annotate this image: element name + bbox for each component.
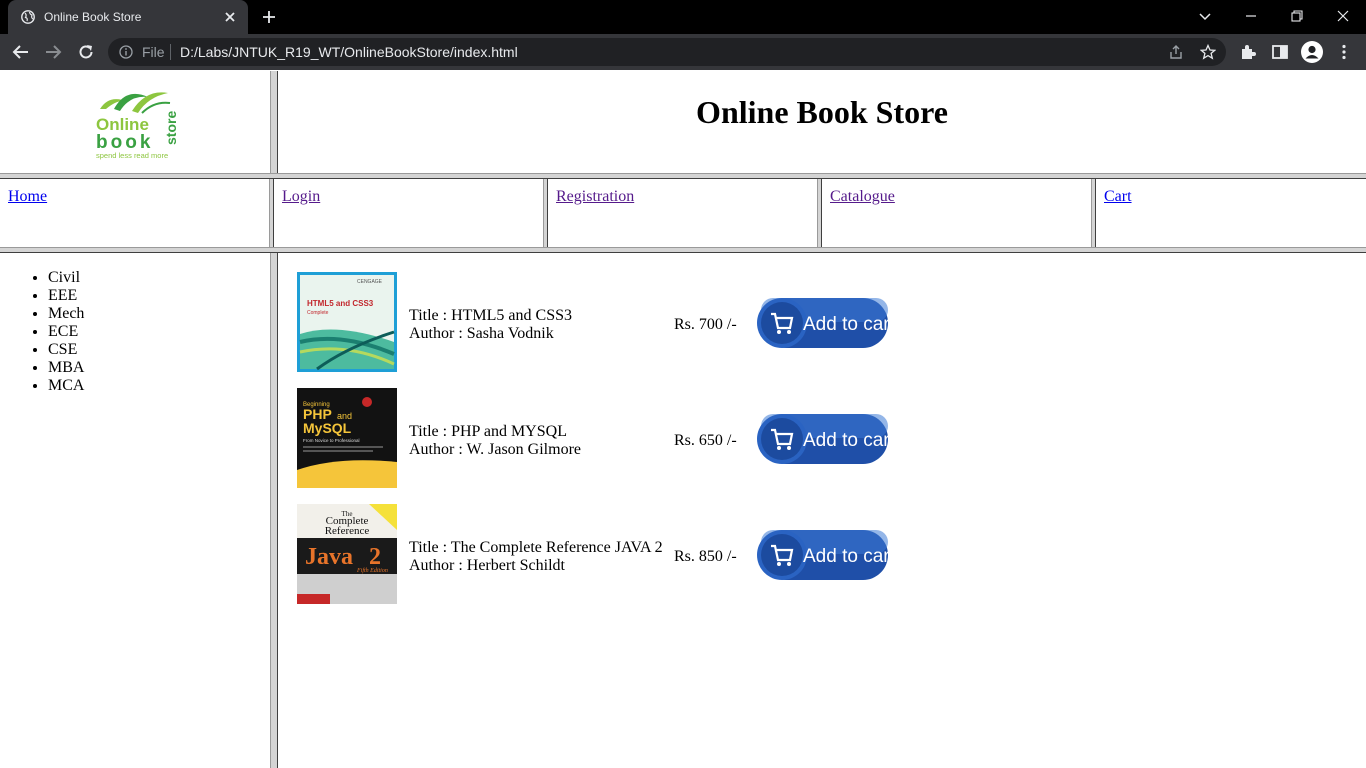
list-item: MCA — [48, 377, 84, 395]
online-book-store-logo: Online book store spend less read more — [96, 92, 179, 160]
frame-splitter[interactable] — [270, 253, 278, 768]
close-tab-icon[interactable] — [222, 9, 238, 25]
svg-text:spend less read more: spend less read more — [96, 151, 168, 160]
add-to-cart-button[interactable]: Add to cart — [757, 524, 890, 586]
logo-frame: Online book store spend less read more — [0, 71, 270, 173]
address-separator — [170, 44, 171, 60]
window-close-icon[interactable] — [1335, 8, 1351, 24]
svg-text:From Novice to Professional: From Novice to Professional — [303, 438, 360, 443]
reload-icon[interactable] — [77, 43, 95, 61]
svg-text:MySQL: MySQL — [303, 420, 352, 436]
nav-link-login[interactable]: Login — [282, 188, 320, 206]
frame-splitter[interactable] — [270, 71, 278, 173]
file-label: File — [142, 44, 165, 60]
nav-frame-login: Login — [274, 179, 543, 247]
book-info: Title : HTML5 and CSS3 Author : Sasha Vo… — [409, 307, 572, 343]
nav-link-home[interactable]: Home — [8, 188, 47, 206]
svg-text:Reference: Reference — [325, 525, 370, 537]
book-info: Title : PHP and MYSQL Author : W. Jason … — [409, 423, 581, 459]
list-item: CSE — [48, 341, 84, 359]
tab-title: Online Book Store — [44, 10, 142, 24]
book-author: Author : Sasha Vodnik — [409, 325, 554, 342]
svg-text:2: 2 — [369, 544, 381, 570]
globe-icon — [21, 10, 35, 24]
book-row: CENGAGE HTML5 and CSS3 Complete Title : … — [297, 272, 947, 372]
svg-text:Fifth Edition: Fifth Edition — [356, 567, 388, 574]
profile-avatar-icon[interactable] — [1301, 41, 1323, 63]
nav-link-registration[interactable]: Registration — [556, 188, 634, 206]
department-list: Civil EEE Mech ECE CSE MBA MCA — [48, 269, 84, 395]
side-panel-icon[interactable] — [1271, 43, 1289, 61]
more-menu-icon[interactable] — [1335, 43, 1353, 61]
list-item: EEE — [48, 287, 84, 305]
browser-tab[interactable]: Online Book Store — [8, 0, 248, 34]
svg-text:Add to cart: Add to cart — [803, 430, 890, 451]
bookmark-star-icon[interactable] — [1200, 44, 1216, 60]
book-cover-html5: CENGAGE HTML5 and CSS3 Complete — [297, 272, 397, 372]
browser-toolbar: File D:/Labs/JNTUK_R19_WT/OnlineBookStor… — [0, 34, 1366, 70]
page-title: Online Book Store — [696, 94, 948, 130]
nav-frame-registration: Registration — [548, 179, 817, 247]
svg-text:Add to cart: Add to cart — [803, 546, 890, 567]
restore-icon[interactable] — [1289, 8, 1305, 24]
book-cover-php-mysql: Beginning PHP and MySQL From Novice to P… — [297, 388, 397, 488]
book-cover-java2: The Complete Reference Java 2 Fifth Edit… — [297, 504, 397, 604]
new-tab-icon[interactable] — [261, 9, 277, 25]
svg-text:HTML5 and CSS3: HTML5 and CSS3 — [307, 299, 374, 308]
svg-text:book: book — [96, 132, 153, 153]
browser-tab-bar: Online Book Store — [0, 0, 1366, 34]
info-icon[interactable] — [119, 45, 133, 59]
catalogue-frame: CENGAGE HTML5 and CSS3 Complete Title : … — [278, 253, 1366, 768]
book-row: Beginning PHP and MySQL From Novice to P… — [297, 388, 947, 488]
book-title: Title : HTML5 and CSS3 — [409, 307, 572, 324]
svg-text:Complete: Complete — [307, 310, 329, 316]
add-to-cart-button[interactable]: Add to cart — [757, 408, 890, 470]
list-item: ECE — [48, 323, 84, 341]
minimize-icon[interactable] — [1243, 8, 1259, 24]
tab-search-chevron-icon[interactable] — [1197, 8, 1213, 24]
svg-text:Add to cart: Add to cart — [803, 314, 890, 335]
nav-frame-cart: Cart — [1096, 179, 1366, 247]
forward-arrow-icon[interactable] — [44, 43, 62, 61]
nav-link-catalogue[interactable]: Catalogue — [830, 188, 895, 206]
list-item: Civil — [48, 269, 84, 287]
list-item: Mech — [48, 305, 84, 323]
book-title: Title : PHP and MYSQL — [409, 423, 567, 440]
add-to-cart-button[interactable]: Add to cart — [757, 292, 890, 354]
book-price: Rs. 650 /- — [674, 432, 737, 449]
nav-link-cart[interactable]: Cart — [1104, 188, 1132, 206]
book-price: Rs. 700 /- — [674, 316, 737, 333]
nav-frame-home: Home — [0, 179, 269, 247]
book-title: Title : The Complete Reference JAVA 2 — [409, 539, 663, 556]
book-price: Rs. 850 /- — [674, 548, 737, 565]
book-row: The Complete Reference Java 2 Fifth Edit… — [297, 504, 947, 604]
url-text[interactable]: D:/Labs/JNTUK_R19_WT/OnlineBookStore/ind… — [180, 44, 518, 60]
share-icon[interactable] — [1168, 44, 1184, 60]
title-frame: Online Book Store — [278, 71, 1366, 173]
nav-frame-catalogue: Catalogue — [822, 179, 1091, 247]
svg-text:CENGAGE: CENGAGE — [357, 279, 383, 285]
sidebar-frame: Civil EEE Mech ECE CSE MBA MCA — [0, 253, 270, 768]
book-author: Author : Herbert Schildt — [409, 557, 565, 574]
svg-text:store: store — [163, 111, 179, 145]
address-bar[interactable]: File D:/Labs/JNTUK_R19_WT/OnlineBookStor… — [108, 38, 1226, 66]
book-info: Title : The Complete Reference JAVA 2 Au… — [409, 539, 663, 575]
list-item: MBA — [48, 359, 84, 377]
book-author: Author : W. Jason Gilmore — [409, 441, 581, 458]
svg-text:Java: Java — [305, 544, 353, 570]
back-arrow-icon[interactable] — [12, 43, 30, 61]
extensions-puzzle-icon[interactable] — [1239, 43, 1257, 61]
